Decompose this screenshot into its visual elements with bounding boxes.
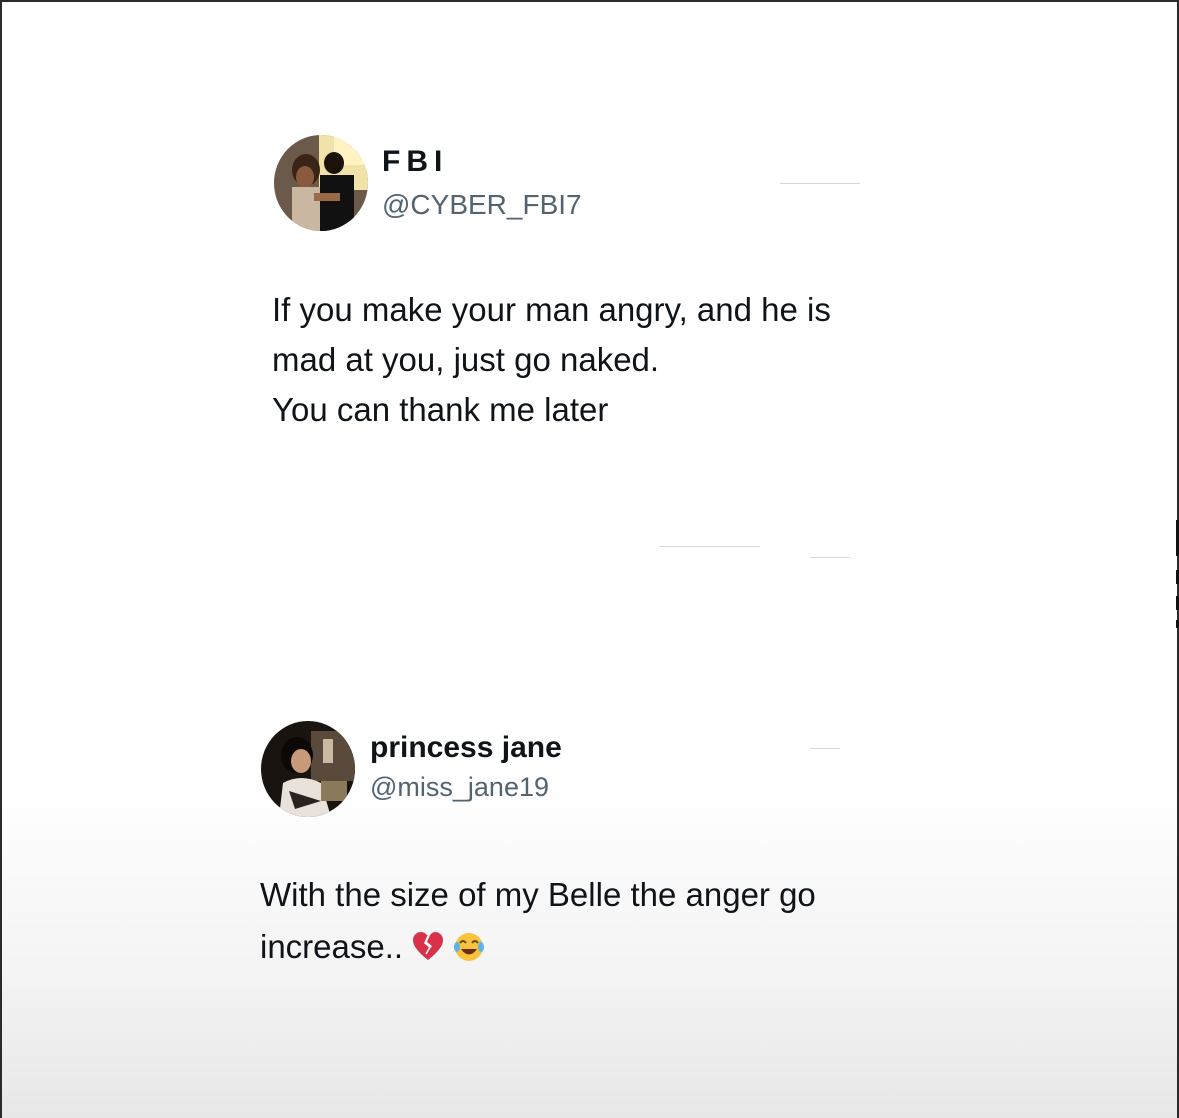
frame-border: [0, 0, 1179, 2]
tweet-text-line: With the size of my Belle the anger go: [260, 876, 816, 913]
frame-border: [0, 0, 2, 1118]
avatar[interactable]: [261, 721, 355, 817]
tweet-text-line: mad at you, just go naked.: [272, 341, 660, 378]
display-name[interactable]: princess jane: [370, 731, 562, 765]
smudge: [660, 546, 760, 547]
tweet-text-line: You can thank me later: [272, 391, 609, 428]
avatar-photo-icon: [274, 135, 368, 231]
broken-heart-icon: [412, 925, 444, 977]
tweet-text: With the size of my Belle the anger go i…: [260, 869, 816, 977]
avatar-photo-icon: [261, 721, 355, 817]
user-handle[interactable]: @CYBER_FBI7: [382, 189, 582, 221]
smudge: [780, 183, 860, 184]
display-name[interactable]: FBI: [382, 145, 448, 179]
avatar[interactable]: [274, 135, 368, 231]
tweet-text-line-with-emoji: increase..: [260, 921, 816, 977]
tweet-text-line: increase..: [260, 928, 404, 965]
crying-laughing-face-icon: [453, 925, 485, 977]
smudge: [810, 557, 850, 558]
user-handle[interactable]: @miss_jane19: [370, 772, 549, 803]
tweet-text: If you make your man angry, and he is ma…: [272, 285, 831, 435]
tweet-text-line: If you make your man angry, and he is: [272, 291, 831, 328]
smudge: [810, 748, 840, 749]
